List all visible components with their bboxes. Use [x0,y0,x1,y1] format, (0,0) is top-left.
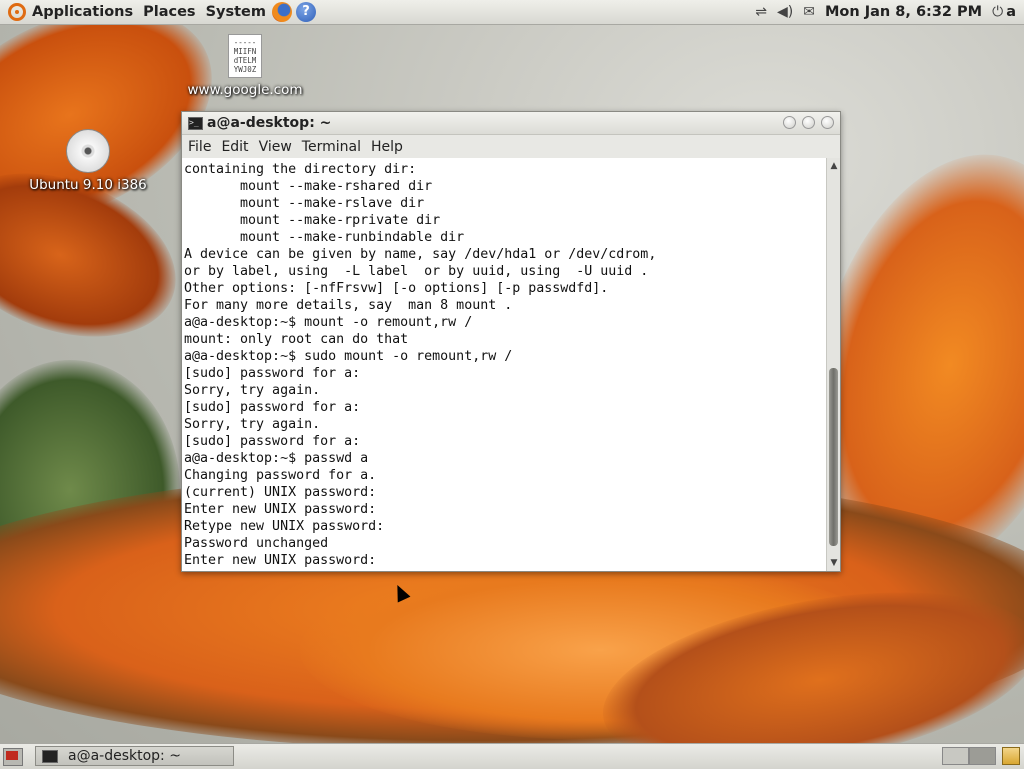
desktop-icon-label: www.google.com [187,82,303,98]
mail-icon[interactable]: ✉ [803,4,815,20]
terminal-icon: >_ [188,116,203,130]
network-icon[interactable]: ⇌ [755,4,767,20]
workspace-2[interactable] [969,747,996,765]
window-controls [783,116,834,129]
show-desktop-icon[interactable] [3,748,23,766]
bottom-panel: a@a-desktop: ~ [0,743,1024,769]
firefox-icon[interactable] [271,2,292,22]
menu-system[interactable]: System [206,4,266,20]
taskbar-terminal-button[interactable]: a@a-desktop: ~ [35,746,234,766]
scroll-up-icon[interactable]: ▲ [828,160,840,172]
scroll-down-icon[interactable]: ▼ [828,557,840,569]
clock[interactable]: Mon Jan 8, 6:32 PM [825,4,982,20]
menu-help[interactable]: Help [371,139,403,155]
desktop-icon-google-file[interactable]: ----- MIIFN dTELM YWJ0Z www.google.com [186,34,304,98]
user-name[interactable]: a [1006,4,1016,20]
maximize-button[interactable] [802,116,815,129]
terminal-text: containing the directory dir: mount --ma… [184,162,657,568]
cd-icon [66,129,110,173]
trash-icon[interactable] [1002,747,1020,765]
terminal-icon [42,749,58,763]
menu-edit[interactable]: Edit [221,139,248,155]
help-icon[interactable]: ? [295,2,316,22]
terminal-window: >_ a@a-desktop: ~ File Edit View Termina… [181,111,841,572]
menu-applications[interactable]: Applications [32,4,133,20]
terminal-output[interactable]: containing the directory dir: mount --ma… [182,158,827,571]
text-file-icon: ----- MIIFN dTELM YWJ0Z [228,34,262,78]
menu-file[interactable]: File [188,139,211,155]
workspace-1[interactable] [942,747,969,765]
menu-terminal[interactable]: Terminal [302,139,361,155]
window-titlebar[interactable]: >_ a@a-desktop: ~ [182,112,840,135]
minimize-button[interactable] [783,116,796,129]
volume-icon[interactable]: ◀) [777,4,793,20]
close-button[interactable] [821,116,834,129]
menu-view[interactable]: View [259,139,292,155]
desktop-icon-ubuntu-cd[interactable]: Ubuntu 9.10 i386 [26,129,150,193]
scrollbar[interactable]: ▲ ▼ [826,158,840,571]
workspace-switcher [942,747,996,765]
menu-places[interactable]: Places [143,4,195,20]
window-menubar: File Edit View Terminal Help [182,135,840,158]
top-panel: Applications Places System ? ⇌ ◀) ✉ Mon … [0,0,1024,25]
system-tray: ⇌ ◀) ✉ Mon Jan 8, 6:32 PM ⏻ a [755,0,1024,24]
window-title: a@a-desktop: ~ [207,115,332,131]
power-icon[interactable]: ⏻ [992,4,1003,20]
scrollbar-thumb[interactable] [829,368,838,546]
taskbar-label: a@a-desktop: ~ [68,748,181,764]
ubuntu-logo-icon[interactable] [8,3,26,21]
desktop-icon-label: Ubuntu 9.10 i386 [29,177,147,193]
